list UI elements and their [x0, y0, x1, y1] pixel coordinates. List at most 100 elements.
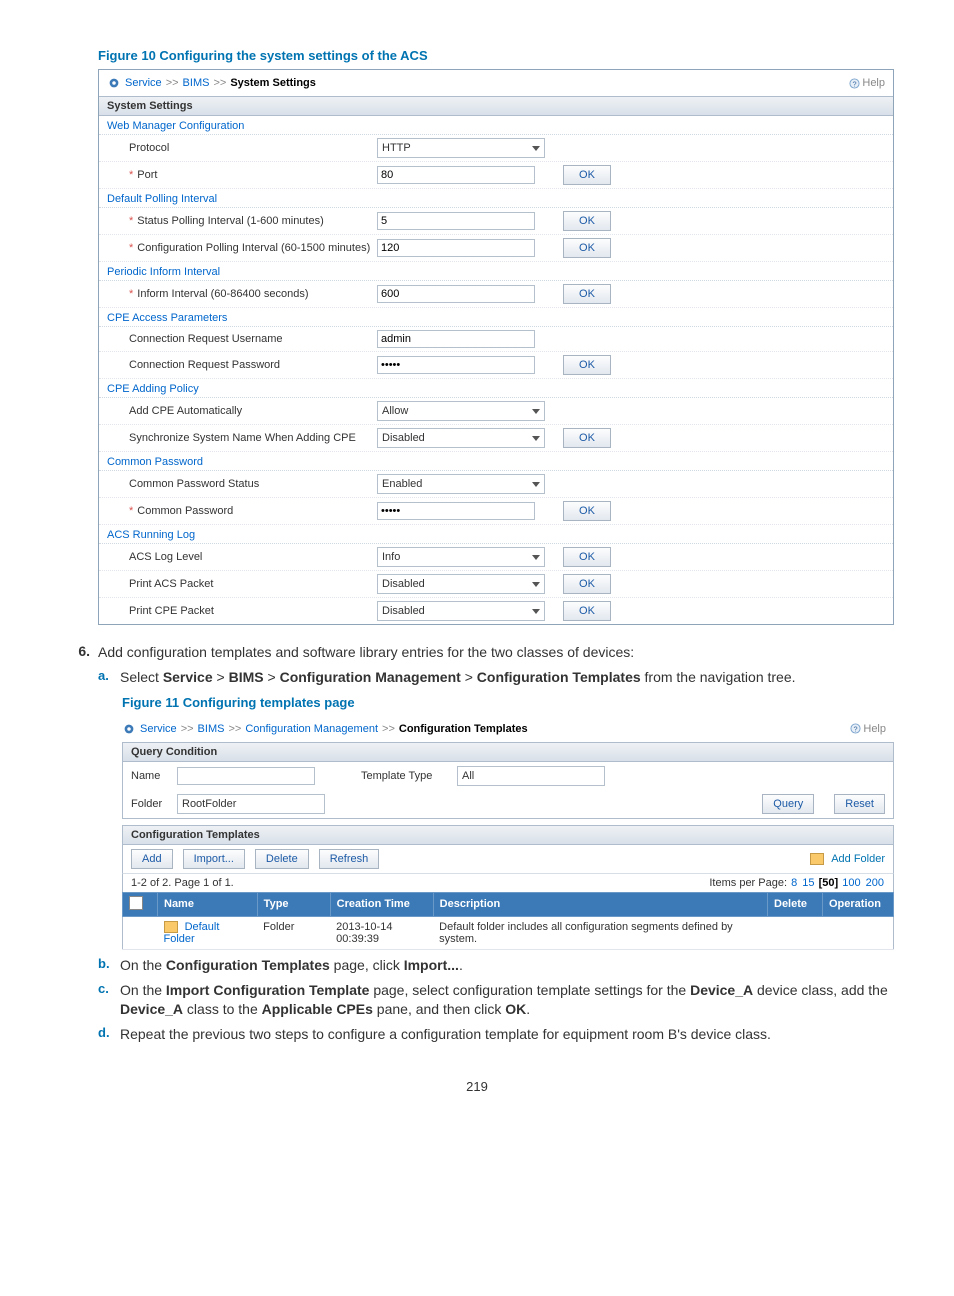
folder-select[interactable]: RootFolder — [177, 794, 325, 814]
bc-bims[interactable]: BIMS — [198, 723, 225, 735]
conf-poll-input[interactable] — [377, 239, 535, 257]
ok-button[interactable]: OK — [563, 574, 611, 594]
protocol-select[interactable]: HTTP — [377, 138, 545, 158]
addcpe-select[interactable]: Allow — [377, 401, 545, 421]
import-button[interactable]: Import... — [183, 849, 245, 869]
chevron-down-icon — [532, 409, 540, 414]
loglevel-label: ACS Log Level — [107, 551, 377, 563]
step-number: 6. — [60, 643, 98, 662]
page-number: 219 — [60, 1079, 894, 1094]
help-icon: ? — [849, 78, 860, 89]
reset-button[interactable]: Reset — [834, 794, 885, 814]
bc-current: Configuration Templates — [399, 723, 528, 735]
bc-bims[interactable]: BIMS — [183, 77, 210, 89]
inform-input[interactable] — [377, 285, 535, 303]
commonpw-status-select[interactable]: Enabled — [377, 474, 545, 494]
row-name-cell[interactable]: Default Folder — [158, 916, 258, 949]
col-ctime[interactable]: Creation Time — [330, 892, 433, 916]
chevron-down-icon — [532, 555, 540, 560]
printcpe-select[interactable]: Disabled — [377, 601, 545, 621]
breadcrumb: Service >> BIMS >> System Settings ? Hel… — [99, 70, 893, 96]
bc-service[interactable]: Service — [125, 77, 162, 89]
folder-icon — [810, 853, 824, 865]
step6-text: Add configuration templates and software… — [98, 643, 634, 662]
ok-button[interactable]: OK — [563, 211, 611, 231]
col-desc[interactable]: Description — [433, 892, 767, 916]
select-all-checkbox[interactable] — [129, 896, 143, 910]
query-condition-bar: Query Condition — [122, 742, 894, 762]
status-poll-label: *Status Polling Interval (1-600 minutes) — [107, 215, 377, 227]
ok-button[interactable]: OK — [563, 355, 611, 375]
ok-button[interactable]: OK — [563, 165, 611, 185]
add-folder-link[interactable]: Add Folder — [810, 853, 885, 865]
chevron-down-icon — [532, 582, 540, 587]
svg-text:?: ? — [853, 79, 857, 88]
substep-b-text: On the Configuration Templates page, cli… — [120, 956, 463, 975]
template-type-select[interactable]: All — [457, 766, 605, 786]
ipp-100[interactable]: 100 — [842, 877, 860, 889]
row-type-cell: Folder — [257, 916, 330, 949]
subhead-cpeadd: CPE Adding Policy — [99, 379, 893, 398]
protocol-label: Protocol — [107, 142, 377, 154]
add-button[interactable]: Add — [131, 849, 173, 869]
bc-cm[interactable]: Configuration Management — [245, 723, 378, 735]
conn-user-input[interactable] — [377, 330, 535, 348]
ok-button[interactable]: OK — [563, 501, 611, 521]
ipp-50-current: [50] — [819, 877, 839, 889]
loglevel-select[interactable]: Info — [377, 547, 545, 567]
svg-text:?: ? — [854, 725, 858, 734]
substep-d-text: Repeat the previous two steps to configu… — [120, 1025, 771, 1044]
figure10-panel: Service >> BIMS >> System Settings ? Hel… — [98, 69, 894, 625]
folder-icon — [164, 921, 178, 933]
ok-button[interactable]: OK — [563, 428, 611, 448]
refresh-button[interactable]: Refresh — [319, 849, 380, 869]
ipp-200[interactable]: 200 — [866, 877, 884, 889]
chevron-down-icon — [532, 482, 540, 487]
ipp-8[interactable]: 8 — [791, 877, 797, 889]
col-name[interactable]: Name — [158, 892, 258, 916]
col-type[interactable]: Type — [257, 892, 330, 916]
chevron-down-icon — [532, 609, 540, 614]
addcpe-label: Add CPE Automatically — [107, 405, 377, 417]
substep-b-num: b. — [98, 956, 120, 975]
bc-sep: >> — [213, 77, 226, 89]
breadcrumb: Service >> BIMS >> Configuration Managem… — [122, 716, 894, 742]
gear-icon — [107, 76, 121, 90]
bc-sep: >> — [166, 77, 179, 89]
ok-button[interactable]: OK — [563, 547, 611, 567]
status-poll-input[interactable] — [377, 212, 535, 230]
paging-info: 1-2 of 2. Page 1 of 1. — [131, 877, 234, 889]
printacs-label: Print ACS Packet — [107, 578, 377, 590]
subhead-periodic: Periodic Inform Interval — [99, 262, 893, 281]
figure10-caption: Figure 10 Configuring the system setting… — [98, 48, 894, 63]
figure11-panel: Service >> BIMS >> Configuration Managem… — [122, 716, 894, 950]
syncname-select[interactable]: Disabled — [377, 428, 545, 448]
bc-service[interactable]: Service — [140, 723, 177, 735]
conf-poll-label: *Configuration Polling Interval (60-1500… — [107, 242, 377, 254]
help-icon: ? — [850, 723, 861, 734]
help-link[interactable]: ? Help — [849, 77, 885, 89]
substep-a-num: a. — [98, 668, 120, 687]
conn-pass-input[interactable] — [377, 356, 535, 374]
ipp-15[interactable]: 15 — [802, 877, 814, 889]
row-ctime-cell: 2013-10-14 00:39:39 — [330, 916, 433, 949]
delete-button[interactable]: Delete — [255, 849, 309, 869]
bc-current: System Settings — [230, 77, 316, 89]
subhead-commonpw: Common Password — [99, 452, 893, 471]
col-delete: Delete — [768, 892, 823, 916]
name-label: Name — [131, 770, 171, 782]
figure11-caption: Figure 11 Configuring templates page — [122, 695, 894, 710]
help-link[interactable]: ? Help — [850, 723, 886, 735]
name-input[interactable] — [177, 767, 315, 785]
substep-c-text: On the Import Configuration Template pag… — [120, 981, 894, 1019]
ok-button[interactable]: OK — [563, 238, 611, 258]
port-input[interactable] — [377, 166, 535, 184]
query-button[interactable]: Query — [762, 794, 814, 814]
items-per-page: Items per Page: 8 15 [50] 100 200 — [709, 877, 885, 889]
commonpw-input[interactable] — [377, 502, 535, 520]
ok-button[interactable]: OK — [563, 284, 611, 304]
port-label: *Port — [107, 169, 377, 181]
ok-button[interactable]: OK — [563, 601, 611, 621]
inform-label: *Inform Interval (60-86400 seconds) — [107, 288, 377, 300]
printacs-select[interactable]: Disabled — [377, 574, 545, 594]
